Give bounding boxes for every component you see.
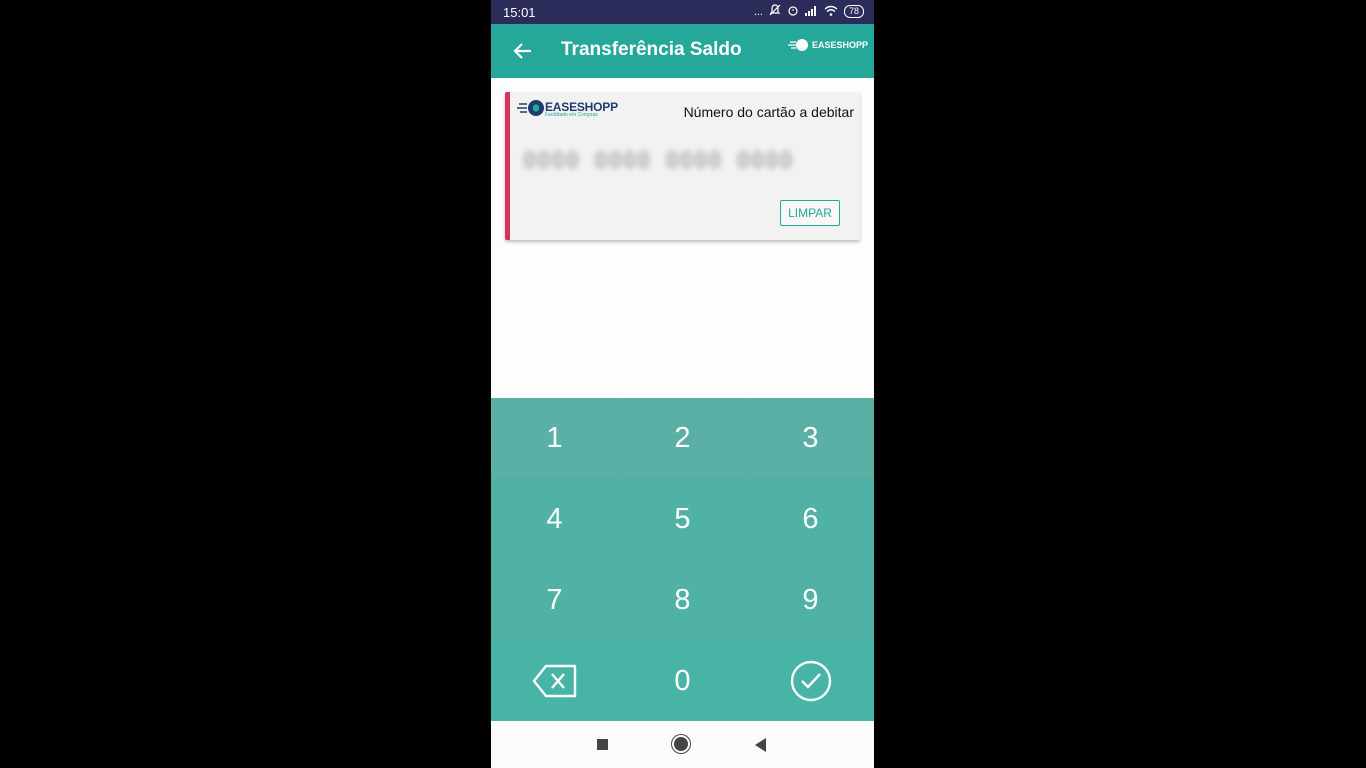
home-icon[interactable] [674, 737, 688, 751]
page-title: Transferência Saldo [561, 39, 742, 60]
card-logo: EASESHOPP Facilidade em Compras [517, 98, 618, 118]
key-0[interactable]: 0 [619, 641, 746, 721]
key-3[interactable]: 3 [747, 398, 874, 478]
key-9[interactable]: 9 [747, 560, 874, 640]
key-2[interactable]: 2 [619, 398, 746, 478]
backspace-icon [532, 664, 576, 698]
cart-logo-icon [787, 39, 808, 51]
card-stripe [505, 92, 510, 240]
confirm-button[interactable] [747, 641, 874, 721]
recent-apps-icon[interactable] [597, 739, 608, 750]
signal-icon [804, 5, 818, 19]
key-7[interactable]: 7 [491, 560, 618, 640]
easeshopp-logo-icon [517, 100, 544, 116]
key-1[interactable]: 1 [491, 398, 618, 478]
card-number-value: 0000 0000 0000 0000 [523, 149, 794, 174]
key-8[interactable]: 8 [619, 560, 746, 640]
card-number-label: Número do cartão a debitar [683, 104, 854, 120]
status-icons: ... 78 [754, 4, 864, 19]
back-arrow-icon[interactable] [511, 39, 535, 63]
nav-back-icon[interactable] [755, 738, 766, 752]
check-circle-icon [790, 660, 831, 702]
status-time: 15:01 [503, 5, 536, 20]
key-6[interactable]: 6 [747, 479, 874, 559]
phone-screen: 15:01 ... 78 Transferência Saldo EASESHO [491, 0, 874, 768]
card-panel: EASESHOPP Facilidade em Compras Número d… [505, 92, 860, 240]
alarm-icon [787, 4, 799, 19]
more-notifications-icon: ... [753, 5, 763, 18]
system-nav-bar [491, 721, 874, 768]
app-bar: Transferência Saldo EASESHOPP [491, 24, 874, 78]
key-4[interactable]: 4 [491, 479, 618, 559]
app-logo-text: EASESHOPP [811, 40, 868, 50]
battery-indicator: 78 [843, 5, 864, 18]
status-bar: 15:01 ... 78 [491, 0, 874, 24]
mute-icon [769, 4, 781, 19]
key-5[interactable]: 5 [619, 479, 746, 559]
numeric-keypad: 1 2 3 4 5 6 7 8 9 0 [491, 398, 874, 721]
wifi-icon [824, 5, 838, 19]
app-logo: EASESHOPP [787, 38, 868, 52]
clear-button[interactable]: LIMPAR [780, 200, 840, 226]
delete-button[interactable] [491, 641, 618, 721]
